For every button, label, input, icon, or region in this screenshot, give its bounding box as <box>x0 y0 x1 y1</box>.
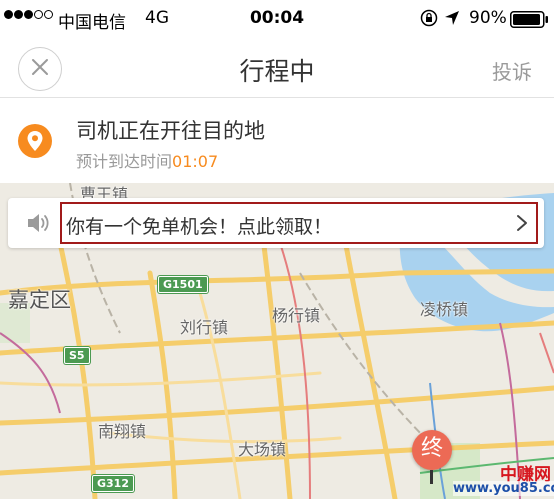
road-shield-g312: G312 <box>92 475 134 492</box>
place-lingqiao: 凌桥镇 <box>420 300 469 319</box>
complain-button[interactable]: 投诉 <box>492 56 532 85</box>
place-liuhang: 刘行镇 <box>180 318 229 337</box>
place-dachang: 大场镇 <box>238 440 287 459</box>
watermark-url: www.you85.com <box>453 481 554 496</box>
battery-icon <box>510 11 550 33</box>
battery-percentage: 90% <box>469 8 507 28</box>
promo-text: 你有一个免单机会！点此领取！ <box>66 216 333 238</box>
nav-bar: 行程中 投诉 <box>0 38 554 98</box>
location-pin-icon <box>18 124 52 158</box>
road-shield-g1501: G1501 <box>158 276 208 293</box>
status-bar: 中国电信 4G 00:04 90% <box>0 0 554 38</box>
destination-marker-stem <box>430 470 433 484</box>
page-title: 行程中 <box>239 57 315 86</box>
chevron-right-icon <box>516 214 528 236</box>
location-arrow-icon <box>444 10 460 31</box>
place-nanxiang: 南翔镇 <box>98 422 147 441</box>
destination-marker[interactable]: 终 <box>412 430 452 470</box>
eta-line: 预计到达时间01:07 <box>76 148 218 172</box>
free-ride-promo-banner[interactable]: 你有一个免单机会！点此领取！ <box>8 198 544 248</box>
road-shield-s5: S5 <box>64 347 90 364</box>
eta-time: 01:07 <box>172 152 219 171</box>
trip-status-card: 司机正在开往目的地 预计到达时间01:07 <box>0 99 554 183</box>
trip-status-text: 司机正在开往目的地 <box>76 119 265 143</box>
speaker-icon <box>26 212 50 238</box>
place-yanghang: 杨行镇 <box>272 306 321 325</box>
eta-label: 预计到达时间 <box>76 152 173 171</box>
place-jiading: 嘉定区 <box>8 288 71 312</box>
rotation-lock-icon <box>420 9 438 32</box>
